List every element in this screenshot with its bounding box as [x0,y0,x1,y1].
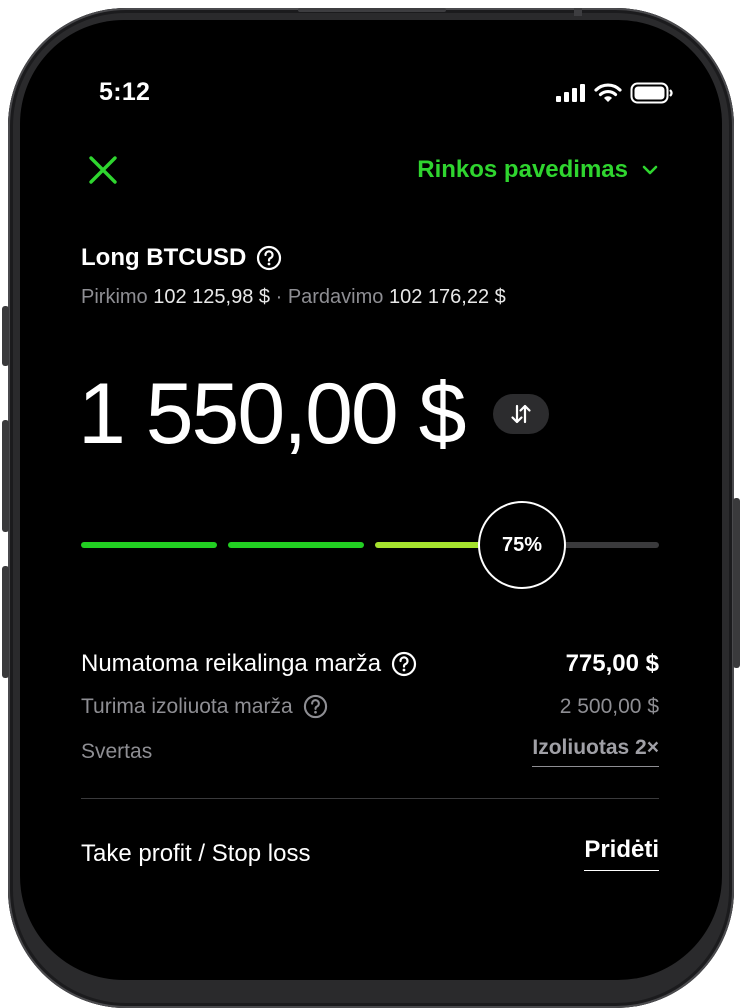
available-margin-row: Turima izoliuota marža 2 500,00 $ [81,694,659,719]
buy-price: 102 125,98 $ [153,286,271,308]
add-tp-sl-button[interactable]: Pridėti [584,836,659,871]
tp-sl-label: Take profit / Stop loss [81,839,311,867]
amount-slider[interactable]: 75% [81,500,659,590]
instrument-header: Long BTCUSD [81,244,282,272]
order-amount[interactable]: 1 550,00 $ [78,365,466,464]
wifi-icon [594,83,622,102]
price-quotes: Pirkimo 102 125,98 $ · Pardavimo 102 176… [81,286,506,309]
status-icons [556,82,674,104]
app-screen: 5:12 Rinkos pavedimas Long BTCUSD Pirkim… [20,20,722,980]
slider-segment-2 [228,542,364,548]
help-icon[interactable] [391,651,417,677]
swap-icon [511,404,531,424]
phone-speaker-slit [298,8,446,12]
help-icon[interactable] [256,245,282,271]
slider-thumb[interactable]: 75% [478,501,566,589]
order-type-label: Rinkos pavedimas [417,156,628,183]
phone-action-button [2,306,9,366]
slider-segment-1 [81,542,217,548]
status-time: 5:12 [99,78,151,106]
instrument-title: Long BTCUSD [81,244,247,271]
order-type-dropdown[interactable]: Rinkos pavedimas [417,156,658,184]
buy-label: Pirkimo [81,286,148,308]
phone-volume-down-button [2,566,9,678]
sell-price: 102 176,22 $ [388,286,506,308]
swap-currency-button[interactable] [493,394,549,434]
leverage-row: Svertas Izoliuotas 2× [81,736,659,767]
chevron-down-icon [642,165,658,175]
required-margin-row: Numatoma reikalinga marža 775,00 $ [81,650,659,678]
required-margin-label: Numatoma reikalinga marža [81,650,382,677]
leverage-label: Svertas [81,739,153,763]
help-icon[interactable] [303,694,328,719]
available-margin-value: 2 500,00 $ [559,694,659,718]
available-margin-label: Turima izoliuota marža [81,694,293,718]
phone-power-button [733,498,740,668]
tp-sl-row: Take profit / Stop loss Pridėti [81,836,659,871]
price-separator: · [275,286,283,308]
sell-label: Pardavimo [287,286,384,308]
battery-icon [630,82,673,104]
signal-icon [556,84,585,102]
phone-volume-up-button [2,420,9,532]
phone-antenna-line [574,8,582,16]
close-button[interactable] [86,153,120,187]
close-icon [89,156,117,184]
required-margin-value: 775,00 $ [565,650,659,677]
divider [81,798,659,799]
leverage-selector[interactable]: Izoliuotas 2× [532,736,659,767]
